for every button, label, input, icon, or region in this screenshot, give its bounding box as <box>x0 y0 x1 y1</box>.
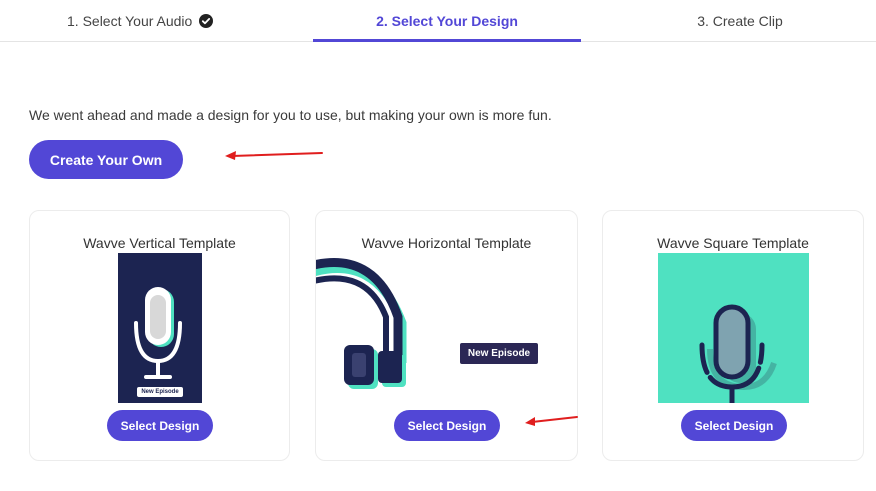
square-template-preview <box>658 253 809 403</box>
headphones-icon <box>316 258 407 389</box>
template-title: Wavve Square Template <box>657 235 809 251</box>
tab-label: 3. Create Clip <box>697 13 783 29</box>
new-episode-badge: New Episode <box>460 343 538 364</box>
template-card-vertical[interactable]: Wavve Vertical Template New Episode Sele… <box>29 210 290 461</box>
tab-select-design[interactable]: 2. Select Your Design <box>313 0 581 42</box>
vertical-template-preview: New Episode <box>118 253 202 403</box>
select-design-button[interactable]: Select Design <box>394 410 500 441</box>
active-tab-indicator <box>313 39 581 42</box>
arrow-annotation-icon <box>225 151 323 160</box>
template-title: Wavve Horizontal Template <box>361 235 532 251</box>
microphone-icon <box>699 304 777 403</box>
tab-label: 2. Select Your Design <box>376 13 518 29</box>
microphone-icon <box>134 287 182 379</box>
new-episode-badge: New Episode <box>137 387 183 397</box>
arrow-annotation-icon <box>525 416 578 426</box>
horizontal-template-preview: New Episode <box>316 253 577 403</box>
template-card-square[interactable]: Wavve Square Template Select Design <box>602 210 864 461</box>
create-your-own-button[interactable]: Create Your Own <box>29 140 183 179</box>
check-circle-icon <box>199 14 214 28</box>
intro-text: We went ahead and made a design for you … <box>29 107 552 123</box>
tab-label: 1. Select Your Audio <box>67 13 193 29</box>
select-design-button[interactable]: Select Design <box>681 410 787 441</box>
tab-select-audio[interactable]: 1. Select Your Audio <box>0 0 300 42</box>
select-design-button[interactable]: Select Design <box>107 410 213 441</box>
step-tabs: 1. Select Your Audio 2. Select Your Desi… <box>0 0 876 42</box>
tab-create-clip[interactable]: 3. Create Clip <box>640 0 840 42</box>
template-title: Wavve Vertical Template <box>83 235 236 251</box>
